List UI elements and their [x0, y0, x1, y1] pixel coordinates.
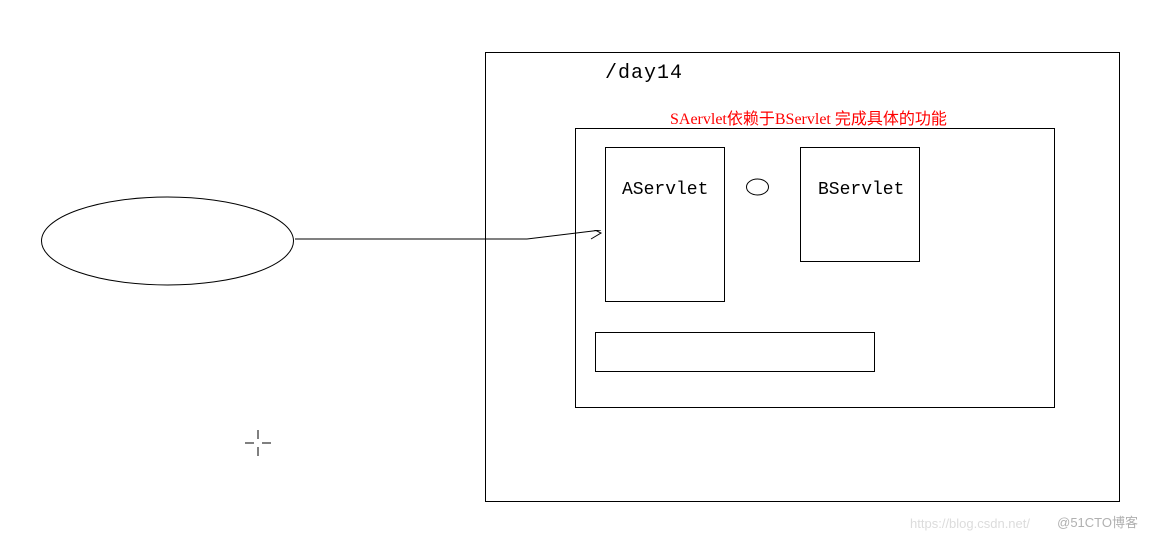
dependency-annotation: SAervlet依赖于BServlet 完成具体的功能: [670, 105, 947, 129]
client-ellipse: [40, 196, 295, 286]
bservlet-box: [800, 147, 920, 262]
bservlet-label: BServlet: [818, 180, 904, 200]
connector-ellipse-icon: [745, 178, 770, 196]
aservlet-box: [605, 147, 725, 302]
container-title: /day14: [605, 62, 683, 85]
watermark-csdn: https://blog.csdn.net/: [910, 516, 1030, 531]
aservlet-label: AServlet: [622, 180, 708, 200]
watermark-51cto: @51CTO博客: [1057, 512, 1138, 531]
diagram-canvas: /day14 SAervlet依赖于BServlet 完成具体的功能 AServ…: [0, 0, 1150, 536]
crosshair-icon: [243, 428, 273, 458]
bottom-empty-box: [595, 332, 875, 372]
